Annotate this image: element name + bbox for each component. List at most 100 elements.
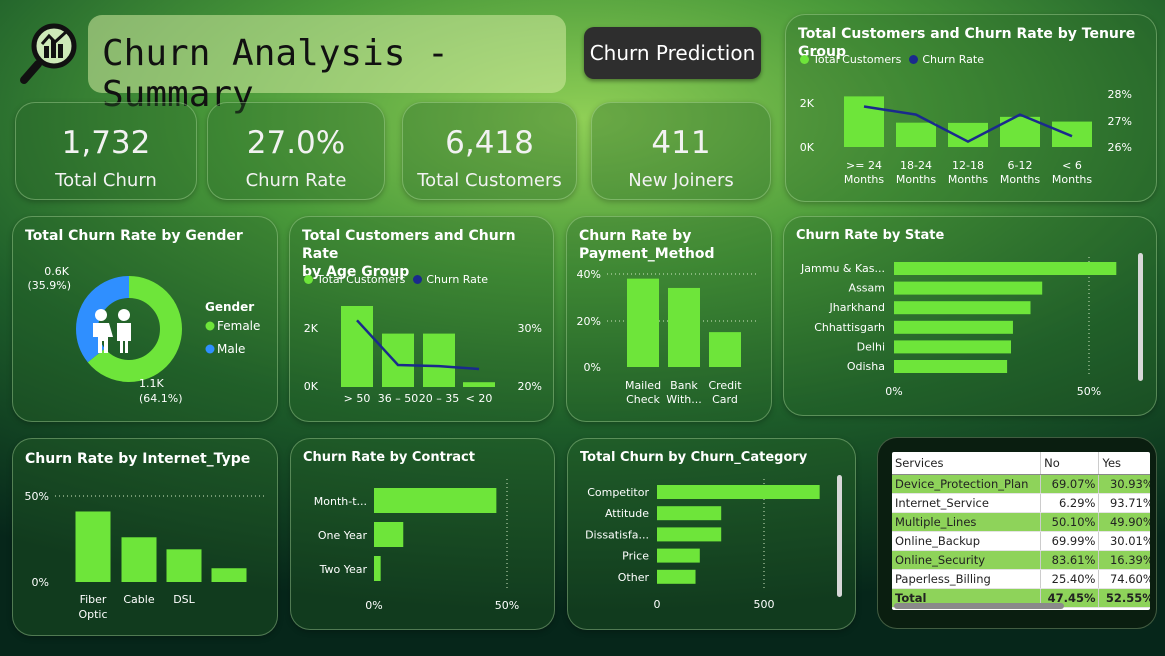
category-chart-card: Total Churn by Churn_Category Competitor… (567, 438, 856, 630)
bar (166, 549, 202, 582)
age-chart: 2K 0K 30% 20% > 50 36 – 50 20 – 35 < 20 (304, 306, 542, 405)
logo (18, 20, 84, 86)
table-cell: 16.39% (1098, 550, 1150, 570)
table-cell: 52.55% (1098, 587, 1150, 608)
bar (894, 320, 1013, 334)
tenure-chart: 2K 0K 28% 27% 26% >= 24 18-24 12-18 6-12… (800, 88, 1132, 186)
x-tick: > 50 (344, 392, 371, 405)
x-tick: Fiber (80, 593, 107, 606)
churn-prediction-button[interactable]: Churn Prediction (584, 27, 761, 79)
legend-swatch-female (205, 321, 215, 331)
table-row: Online_Security83.61%16.39%1 (892, 550, 1150, 570)
bar (657, 527, 722, 542)
bar (374, 488, 497, 513)
x-tick: 6-12 (1008, 159, 1033, 172)
kpi-label: Churn Rate (245, 170, 347, 191)
y-tick: Other (618, 571, 650, 584)
kpi-value: 411 (651, 125, 711, 161)
kpi-total-customers: 6,418 Total Customers (402, 102, 577, 200)
y2-tick: 26% (1108, 141, 1132, 154)
x-tick: Months (844, 173, 884, 186)
y-tick: Chhattisgarh (814, 321, 885, 334)
table-cell: 49.90% (1098, 512, 1150, 532)
y2-tick: 27% (1108, 115, 1132, 128)
bar (657, 569, 696, 584)
x-tick: 0% (365, 599, 382, 612)
kpi-label: Total Customers (417, 170, 562, 191)
table-cell-label: Services (892, 452, 1041, 475)
male-percent-label: (35.9%) (27, 279, 71, 292)
internet-chart-card: Churn Rate by Internet_Type 50% 0% Fiber… (12, 438, 278, 636)
x-tick: < 20 (466, 392, 493, 405)
table-cell-label: Multiple_Lines (892, 512, 1041, 532)
x-tick: >= 24 (846, 159, 882, 172)
bar (894, 281, 1043, 295)
y-tick: 2K (800, 97, 815, 110)
bar (894, 301, 1031, 315)
x-tick: 500 (754, 598, 775, 611)
table-hscrollbar[interactable] (894, 603, 1064, 609)
x-tick: Cable (123, 593, 154, 606)
y-tick: Attitude (605, 507, 649, 520)
y-tick: 20% (577, 315, 601, 328)
legend-swatch-male (205, 344, 215, 354)
bar (382, 333, 414, 387)
bar (896, 122, 936, 147)
x-tick: 18-24 (900, 159, 932, 172)
bar (374, 556, 381, 581)
table-cell: 69.99% (1040, 531, 1099, 551)
x-tick: 20 – 35 (419, 392, 460, 405)
x-tick: 50% (1077, 385, 1101, 398)
scrollbar[interactable] (1138, 253, 1143, 381)
bar (894, 340, 1011, 354)
bar (341, 306, 373, 387)
y-tick: 0K (304, 380, 319, 393)
x-tick: 0% (885, 385, 902, 398)
table-cell: 25.40% (1040, 569, 1099, 589)
legend-title: Gender (205, 300, 254, 314)
bar (121, 537, 157, 582)
x-tick: Mailed (625, 379, 661, 392)
table-cell: Yes (1098, 452, 1150, 475)
age-chart-card: Total Customers and Churn Rate by Age Gro… (289, 216, 554, 422)
y-tick: 50% (25, 490, 49, 503)
kpi-value: 27.0% (246, 125, 346, 161)
category-chart: Competitor Attitude Dissatisfa... Price Othe… (585, 475, 842, 611)
contract-chart: Month-t... One Year Two Year 0% 50% (314, 479, 519, 612)
payment-chart-card: Churn Rate by Payment_Method 40% 20% 0% M… (566, 216, 772, 422)
magnifier-chart-icon (20, 23, 77, 84)
y-tick: Two Year (319, 563, 368, 576)
kpi-churn-rate: 27.0% Churn Rate (207, 102, 385, 200)
x-tick: 50% (495, 599, 519, 612)
kpi-new-joiners: 411 New Joiners (591, 102, 771, 200)
y-tick: One Year (318, 529, 368, 542)
payment-chart: 40% 20% 0% Mailed Bank Credit Check With… (577, 268, 757, 406)
bar (423, 333, 455, 387)
x-tick: Months (896, 173, 936, 186)
contract-chart-card: Churn Rate by Contract Month-t... One Yea… (290, 438, 555, 630)
x-tick: Months (1000, 173, 1040, 186)
table-row: Online_Backup69.99%30.01%1 (892, 531, 1150, 551)
x-tick: 12-18 (952, 159, 984, 172)
table-cell-label: Paperless_Billing (892, 569, 1041, 589)
scrollbar[interactable] (837, 475, 842, 597)
y2-tick: 28% (1108, 88, 1132, 101)
y-tick: Month-t... (314, 495, 367, 508)
title-banner: Churn Analysis - Summary (88, 15, 566, 115)
bar (657, 548, 700, 563)
bar (894, 360, 1008, 373)
table-cell-label: Internet_Service (892, 493, 1041, 513)
bar (627, 278, 659, 367)
y-tick: Delhi (857, 340, 885, 353)
y-tick: Jharkhand (828, 301, 885, 314)
people-icon (93, 309, 131, 353)
legend-male: Male (217, 342, 245, 356)
bar (463, 382, 495, 387)
table-row: Paperless_Billing25.40%74.60%1 (892, 569, 1150, 589)
y-tick: Assam (849, 282, 885, 295)
table-row: Device_Protection_Plan69.07%30.93%1 (892, 474, 1150, 494)
bar (709, 332, 741, 367)
x-tick: Bank (670, 379, 698, 392)
y-tick: 40% (577, 268, 601, 281)
x-tick: Credit (708, 379, 742, 392)
